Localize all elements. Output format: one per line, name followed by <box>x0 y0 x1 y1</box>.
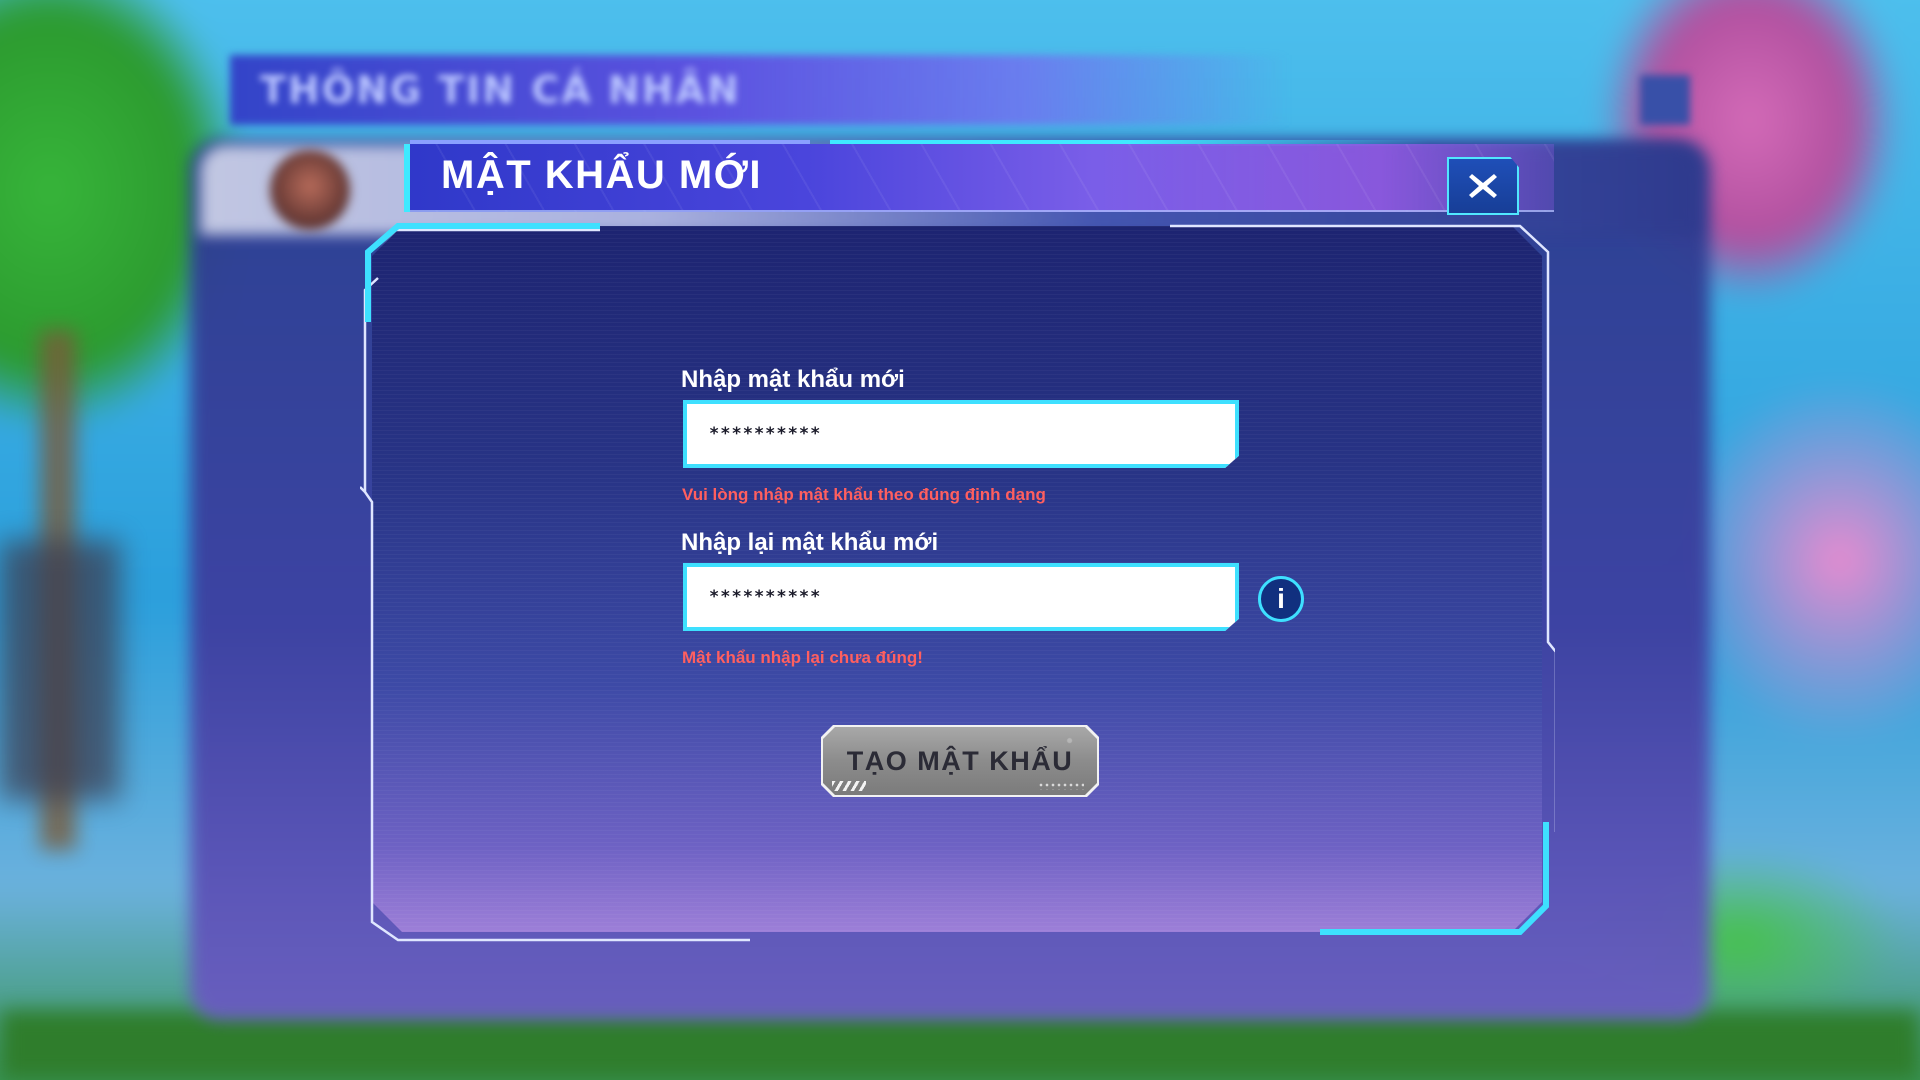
new-password-error: Vui lòng nhập mật khẩu theo đúng định dạ… <box>682 485 1046 504</box>
create-password-button-label: TẠO MẬT KHẨU <box>846 745 1074 776</box>
background-close-button <box>1640 75 1690 125</box>
info-icon: i <box>1277 583 1285 614</box>
dialog-title-topline <box>410 140 810 144</box>
new-password-label: Nhập mật khẩu mới <box>681 366 905 393</box>
close-button[interactable] <box>1447 157 1519 215</box>
new-password-input[interactable] <box>683 400 1239 468</box>
close-x-icon <box>1469 174 1497 198</box>
dialog-title: MẬT KHẨU MỚI <box>441 153 762 197</box>
confirm-password-label: Nhập lại mật khẩu mới <box>681 529 939 556</box>
background-avatar <box>270 150 350 230</box>
confirm-password-input[interactable] <box>683 563 1239 631</box>
background-ground <box>0 1010 1920 1080</box>
background-building <box>0 540 120 800</box>
confirm-password-error: Mật khẩu nhập lại chưa đúng! <box>682 648 923 667</box>
button-dots-decoration <box>1038 782 1084 790</box>
button-stripes-decoration <box>832 781 866 791</box>
info-button[interactable]: i <box>1258 576 1304 622</box>
dialog-title-edge <box>404 144 410 212</box>
background-panel-title: THÔNG TIN CÁ NHÂN <box>260 68 741 112</box>
